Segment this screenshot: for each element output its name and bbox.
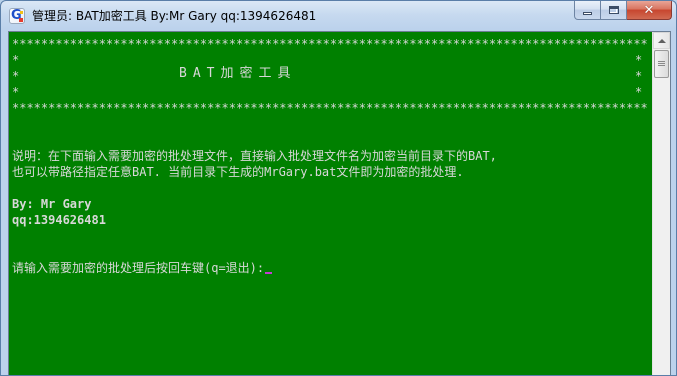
input-prompt-line[interactable]: 请输入需要加密的批处理后按回车键(q=退出): xyxy=(12,260,273,276)
author-line: By: Mr Gary xyxy=(12,197,92,211)
banner-side-star-right: * xyxy=(635,53,643,67)
caption-buttons: ✕ xyxy=(574,1,672,21)
text-cursor xyxy=(265,272,273,274)
maximize-button[interactable] xyxy=(601,1,627,20)
console-output[interactable]: ****************************************… xyxy=(9,32,652,375)
banner-side-star-left: * xyxy=(12,85,20,99)
console-client-area[interactable]: ****************************************… xyxy=(8,31,671,375)
description-line-1: 说明：在下面输入需要加密的批处理文件，直接输入批处理文件名为加密当前目录下的BA… xyxy=(12,149,497,163)
banner-side-star-left: * xyxy=(12,53,20,67)
scroll-thumb[interactable] xyxy=(654,50,669,78)
banner-title: BAT加密工具 xyxy=(179,66,297,81)
scroll-thumb-grip-icon xyxy=(658,61,665,62)
banner-bottom-border: ****************************************… xyxy=(12,101,648,115)
minimize-button[interactable] xyxy=(574,1,601,20)
banner-side-star-left: * xyxy=(12,69,20,83)
description-line-2: 也可以带路径指定任意BAT. 当前目录下生成的MrGary.bat文件即为加密的… xyxy=(12,165,464,179)
close-button[interactable]: ✕ xyxy=(627,1,672,20)
banner-side-star-right: * xyxy=(635,85,643,99)
banner-side-star-right: * xyxy=(635,69,643,83)
window-title: 管理员: BAT加密工具 By:Mr Gary qq:1394626481 xyxy=(32,9,317,23)
title-bar[interactable]: G 管理员: BAT加密工具 By:Mr Gary qq:1394626481 … xyxy=(1,1,676,31)
scroll-up-arrow-icon xyxy=(657,38,666,43)
input-prompt-text: 请输入需要加密的批处理后按回车键(q=退出): xyxy=(12,261,265,275)
maximize-icon xyxy=(608,6,619,14)
minimize-icon xyxy=(583,11,592,15)
app-g-icon[interactable]: G xyxy=(9,8,25,24)
banner-top-border: ****************************************… xyxy=(12,37,648,51)
console-window: G 管理员: BAT加密工具 By:Mr Gary qq:1394626481 … xyxy=(0,0,677,376)
close-icon: ✕ xyxy=(643,2,655,18)
scroll-up-button[interactable] xyxy=(653,32,670,49)
vertical-scrollbar[interactable] xyxy=(652,32,670,375)
qq-line: qq:1394626481 xyxy=(12,213,106,227)
